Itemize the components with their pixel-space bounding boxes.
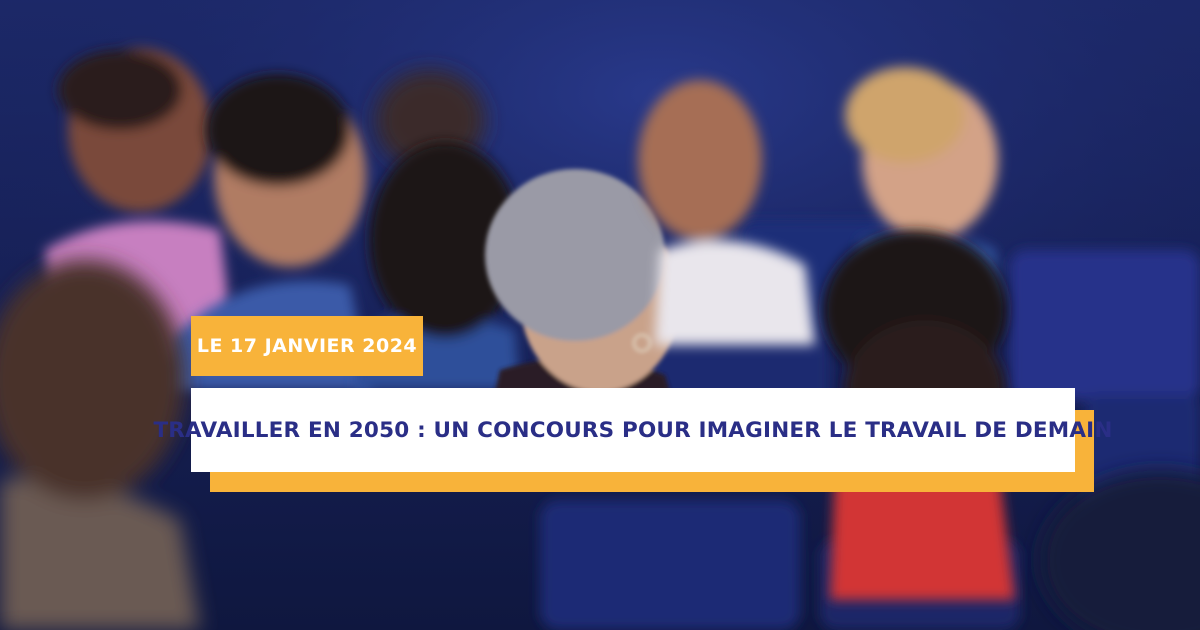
date-badge: LE 17 JANVIER 2024	[191, 316, 423, 376]
audience-photo	[0, 0, 1200, 630]
title-box: TRAVAILLER EN 2050 : UN CONCOURS POUR IM…	[153, 388, 1112, 472]
hero-banner: LE 17 JANVIER 2024 TRAVAILLER EN 2050 : …	[0, 0, 1200, 630]
event-date: LE 17 JANVIER 2024	[196, 335, 418, 357]
page-title: TRAVAILLER EN 2050 : UN CONCOURS POUR IM…	[153, 417, 1113, 443]
